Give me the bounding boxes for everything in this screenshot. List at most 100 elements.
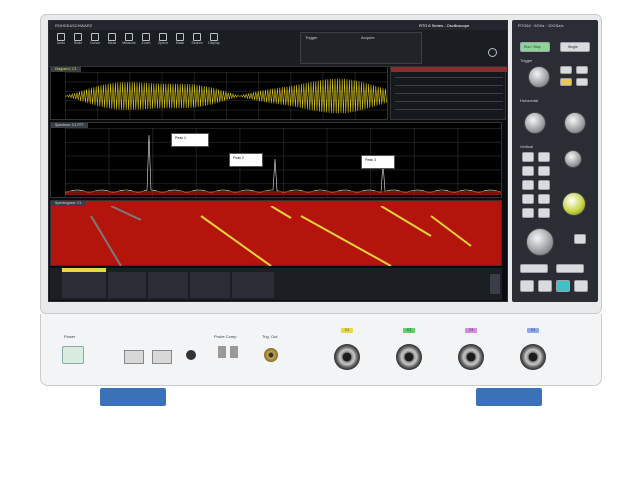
toolbar-spectr-label: Spectr xyxy=(157,41,169,45)
fft-info[interactable] xyxy=(190,272,230,298)
toolbar-cursor-button[interactable]: Cursor xyxy=(88,32,102,50)
trigger-button-2[interactable] xyxy=(576,66,588,74)
trigger-button-4[interactable] xyxy=(576,78,588,86)
toolbar-display-button[interactable]: Display xyxy=(207,32,221,50)
spectrogram-streak xyxy=(200,215,272,266)
vertical-position-knob[interactable] xyxy=(564,150,582,168)
toolbar-spectr-button[interactable]: Spectr xyxy=(156,32,170,50)
horizontal-section-label: Horizontal xyxy=(520,98,539,103)
spectrum-panel[interactable]: Spectrum: C1 FFT Peak 1 Peak 2 Peak 3 xyxy=(50,122,502,198)
spectrogram-streak xyxy=(380,206,432,237)
toolbar-search-button[interactable]: Search xyxy=(190,32,204,50)
model-label: RTO64 · 6GHz · 20GSa/s xyxy=(518,23,564,28)
channel-1-bnc-connector[interactable] xyxy=(334,344,360,370)
vertical-function-button[interactable] xyxy=(538,180,550,190)
settings-icon[interactable] xyxy=(488,48,497,57)
save-button[interactable] xyxy=(520,280,534,292)
peak-1-label: Peak 1 xyxy=(175,136,186,140)
power-button[interactable] xyxy=(62,346,84,364)
vertical-function-button[interactable] xyxy=(538,208,550,218)
toolbar-undo-label: Undo xyxy=(56,41,66,45)
math-info[interactable] xyxy=(148,272,188,298)
trigger-button-1[interactable] xyxy=(560,66,572,74)
quick-buttons[interactable] xyxy=(386,276,486,294)
peak-marker-3[interactable]: Peak 3 xyxy=(361,155,395,169)
toolbar-meas-button[interactable]: Meas xyxy=(105,32,119,50)
trigger-button-3[interactable] xyxy=(560,78,572,86)
enter-button[interactable] xyxy=(574,234,586,244)
cursor-icon xyxy=(91,33,99,41)
spectrum-info[interactable] xyxy=(232,272,274,298)
left-foot xyxy=(100,388,166,406)
acquire-info-label: Acquire xyxy=(361,35,375,40)
autoset-button[interactable] xyxy=(556,264,584,273)
channel-3-bnc-connector[interactable] xyxy=(458,344,484,370)
waveform-path xyxy=(65,78,387,114)
peak-marker-2[interactable]: Peak 2 xyxy=(229,153,263,167)
acquisition-info[interactable]: Trigger Acquire xyxy=(300,32,422,64)
single-button[interactable]: Single xyxy=(560,42,590,52)
usb-port-2[interactable] xyxy=(152,350,172,364)
vertical-scale-knob[interactable] xyxy=(562,192,586,216)
vertical-channel-button[interactable] xyxy=(522,152,534,162)
probe-comp-label: Probe Comp xyxy=(214,334,237,339)
toolbar-mask-button[interactable]: Mask xyxy=(173,32,187,50)
vertical-function-button[interactable] xyxy=(538,194,550,204)
spectrogram-streak xyxy=(300,215,392,266)
toolbar-measure-label: Measure xyxy=(122,41,136,45)
usb-port-1[interactable] xyxy=(124,350,144,364)
channel-1-info[interactable] xyxy=(62,272,106,298)
peak-marker-1[interactable]: Peak 1 xyxy=(171,133,209,147)
brand-label: ROHDE&SCHWARZ xyxy=(55,23,93,28)
trigger-level-knob[interactable] xyxy=(528,66,550,88)
toolbar-meas-label: Meas xyxy=(107,41,117,45)
print-button[interactable] xyxy=(538,280,552,292)
multipurpose-knob[interactable] xyxy=(526,228,554,256)
probe-comp-terminal-2[interactable] xyxy=(230,346,238,358)
spectrogram-streak xyxy=(110,206,142,221)
toolbar-redo-button[interactable]: Redo xyxy=(71,32,85,50)
spectrogram-panel[interactable]: Spectrogram: C1 xyxy=(50,200,502,266)
spectrogram-image xyxy=(90,206,472,266)
setup-button[interactable] xyxy=(520,264,548,273)
vertical-channel-button[interactable] xyxy=(522,180,534,190)
probe-comp-terminal-1[interactable] xyxy=(218,346,226,358)
measurement-row xyxy=(395,93,503,94)
toolbar-display-label: Display xyxy=(208,41,220,45)
spectrum-noise-floor xyxy=(65,191,501,195)
toolbar-zoom-button[interactable]: Zoom xyxy=(139,32,153,50)
horizontal-position-knob[interactable] xyxy=(524,112,546,134)
waveform-panel[interactable]: Diagram1: C1 xyxy=(50,66,388,120)
measurement-row xyxy=(395,101,503,102)
timebase-info[interactable] xyxy=(108,272,146,298)
measurement-table[interactable] xyxy=(390,66,507,120)
peak-3-label: Peak 3 xyxy=(365,158,376,162)
vertical-function-button[interactable] xyxy=(538,166,550,176)
mask-icon xyxy=(176,33,184,41)
channel-2-bnc-connector[interactable] xyxy=(396,344,422,370)
channel-4-bnc-connector[interactable] xyxy=(520,344,546,370)
redo-icon xyxy=(74,33,82,41)
grid-button[interactable] xyxy=(574,280,588,292)
vertical-channel-button[interactable] xyxy=(522,166,534,176)
measurement-table-header xyxy=(391,67,507,72)
trigger-info-label: Trigger xyxy=(305,35,318,40)
menu-button[interactable] xyxy=(490,274,500,294)
run-stop-button[interactable]: Run / Stop xyxy=(520,42,550,52)
spectrogram-streak xyxy=(430,215,472,247)
toolbar-undo-button[interactable]: Undo xyxy=(54,32,68,50)
vertical-channel-button[interactable] xyxy=(522,208,534,218)
headphone-jack[interactable] xyxy=(186,350,196,360)
vertical-channel-button[interactable] xyxy=(522,194,534,204)
touch-button[interactable] xyxy=(556,280,570,292)
trigger-out-label: Trig. Out xyxy=(262,334,278,339)
signal-bar xyxy=(50,268,502,300)
toolbar-search-label: Search xyxy=(191,41,203,45)
trigger-out-connector[interactable] xyxy=(264,348,278,362)
right-foot xyxy=(476,388,542,406)
vertical-function-button[interactable] xyxy=(538,152,550,162)
measurement-row xyxy=(395,85,503,86)
toolbar-measure-button[interactable]: Measure xyxy=(122,32,136,50)
horizontal-scale-knob[interactable] xyxy=(564,112,586,134)
toolbar-zoom-label: Zoom xyxy=(141,41,151,45)
